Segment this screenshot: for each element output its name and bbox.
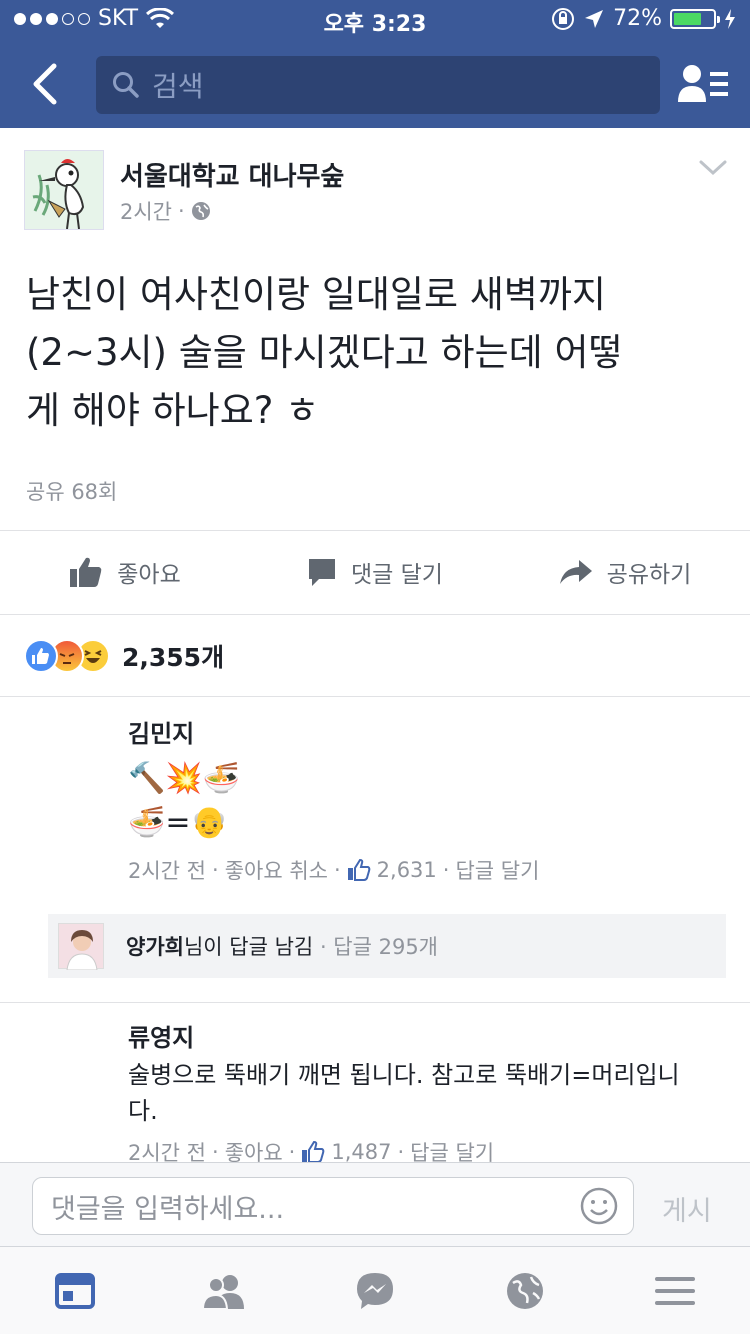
- like-reaction-icon: [24, 639, 58, 673]
- tab-menu[interactable]: [600, 1247, 750, 1334]
- comment-meta: 2시간 전 · 좋아요 취소 · 2,631 · 답글 달기: [128, 855, 728, 885]
- reply-author: 양가희: [126, 935, 184, 959]
- comment-text: 🔨💥🍜: [128, 761, 241, 796]
- like-button[interactable]: 좋아요: [0, 530, 250, 614]
- like-label: 좋아요: [117, 562, 181, 588]
- comment-composer: 댓글을 입력하세요... 게시: [0, 1162, 750, 1246]
- thumbs-up-icon: [347, 859, 370, 881]
- comment-like-count[interactable]: 2,631: [377, 858, 437, 882]
- hamburger-menu-icon: [655, 1276, 695, 1305]
- thumbs-up-icon: [302, 1141, 325, 1163]
- comment-label: 댓글 달기: [351, 562, 443, 588]
- reaction-count: 2,355개: [122, 643, 225, 672]
- comment-text: 다.: [128, 1097, 158, 1125]
- post-text-line: 남친이 여사친이랑 일대일로 새벽까지: [26, 273, 606, 316]
- globe-icon: [191, 202, 210, 220]
- post-time[interactable]: 2시간: [120, 196, 172, 226]
- post-text-line: 게 해야 하나요? ㅎ: [26, 389, 320, 432]
- chevron-down-icon[interactable]: [698, 158, 728, 178]
- share-button[interactable]: 공유하기: [500, 530, 750, 614]
- search-icon: [113, 72, 139, 98]
- location-arrow-icon: [585, 9, 604, 28]
- comment-button[interactable]: 댓글 달기: [250, 530, 500, 614]
- post-meta: 2시간 ·: [120, 196, 211, 226]
- unlike-button[interactable]: 좋아요 취소: [225, 855, 328, 885]
- share-arrow-icon: [559, 560, 592, 584]
- divider: [0, 1002, 750, 1003]
- share-count[interactable]: 공유 68회: [26, 476, 117, 506]
- globe-icon: [507, 1272, 543, 1309]
- tab-messenger[interactable]: [300, 1247, 450, 1334]
- comment-like-count[interactable]: 1,487: [331, 1140, 391, 1164]
- comment-text: 술병으로 뚝배기 깨면 됩니다. 참고로 뚝배기=머리입니: [128, 1061, 680, 1089]
- messenger-icon: [357, 1272, 393, 1309]
- divider: [0, 614, 750, 615]
- smiley-icon[interactable]: [579, 1186, 619, 1226]
- comment-input[interactable]: 댓글을 입력하세요...: [32, 1177, 634, 1235]
- reply-count: · 답글 295개: [319, 935, 439, 959]
- reply-button[interactable]: 답글 달기: [455, 855, 539, 885]
- comment: 김민지 🔨💥🍜 🍜=👴 2시간 전 · 좋아요 취소 · 2,631 · 답글 …: [128, 714, 728, 885]
- search-placeholder: 검색: [152, 70, 204, 103]
- comment-author[interactable]: 김민지: [128, 714, 728, 749]
- battery-percent: 72%: [613, 6, 662, 31]
- thumbs-up-icon: [70, 557, 102, 587]
- post-text: 남친이 여사친이랑 일대일로 새벽까지 (2~3시) 술을 마시겠다고 하는데 …: [26, 266, 726, 440]
- friend-list-icon[interactable]: [676, 62, 730, 106]
- tab-friends[interactable]: [150, 1247, 300, 1334]
- tab-news-feed[interactable]: [0, 1247, 150, 1334]
- comment-bubble-icon: [309, 559, 336, 586]
- post-actions: 좋아요 댓글 달기 공유하기: [0, 530, 750, 614]
- search-input[interactable]: 검색: [96, 56, 660, 114]
- post-comment-button[interactable]: 게시: [662, 1189, 712, 1228]
- back-arrow-icon[interactable]: [26, 62, 66, 106]
- comment-placeholder: 댓글을 입력하세요...: [51, 1193, 285, 1225]
- crane-logo-icon: [32, 159, 85, 229]
- divider: [0, 696, 750, 697]
- reply-summary-text: 님이 답글 남김: [183, 935, 314, 959]
- comment-author[interactable]: 류영지: [128, 1018, 728, 1053]
- status-bar: SKT 오후 3:23 72%: [0, 0, 750, 40]
- news-feed-icon: [55, 1272, 95, 1309]
- post-header: 서울대학교 대나무숲 2시간 ·: [0, 128, 750, 248]
- meta-separator: ·: [178, 199, 185, 223]
- tab-bar: [0, 1246, 750, 1334]
- battery-icon: [670, 8, 720, 29]
- top-bar: SKT 오후 3:23 72% 검색: [0, 0, 750, 128]
- rotation-lock-icon: [552, 7, 575, 30]
- page-name[interactable]: 서울대학교 대나무숲: [120, 156, 344, 193]
- share-label: 공유하기: [606, 562, 692, 588]
- post-text-line: (2~3시) 술을 마시겠다고 하는데 어떻: [26, 331, 623, 374]
- reactions-summary[interactable]: 2,355개: [24, 636, 224, 676]
- friends-icon: [202, 1274, 244, 1309]
- comment-text: 🍜=👴: [128, 805, 228, 840]
- charging-bolt-icon: [725, 8, 735, 29]
- view-replies[interactable]: 양가희님이 답글 남김 · 답글 295개: [48, 914, 726, 978]
- page-avatar[interactable]: [24, 150, 104, 230]
- tab-notifications[interactable]: [450, 1247, 600, 1334]
- avatar: [58, 923, 104, 971]
- comment: 류영지 술병으로 뚝배기 깨면 됩니다. 참고로 뚝배기=머리입니 다. 2시간…: [128, 1018, 728, 1167]
- comment-time: 2시간 전: [128, 859, 206, 883]
